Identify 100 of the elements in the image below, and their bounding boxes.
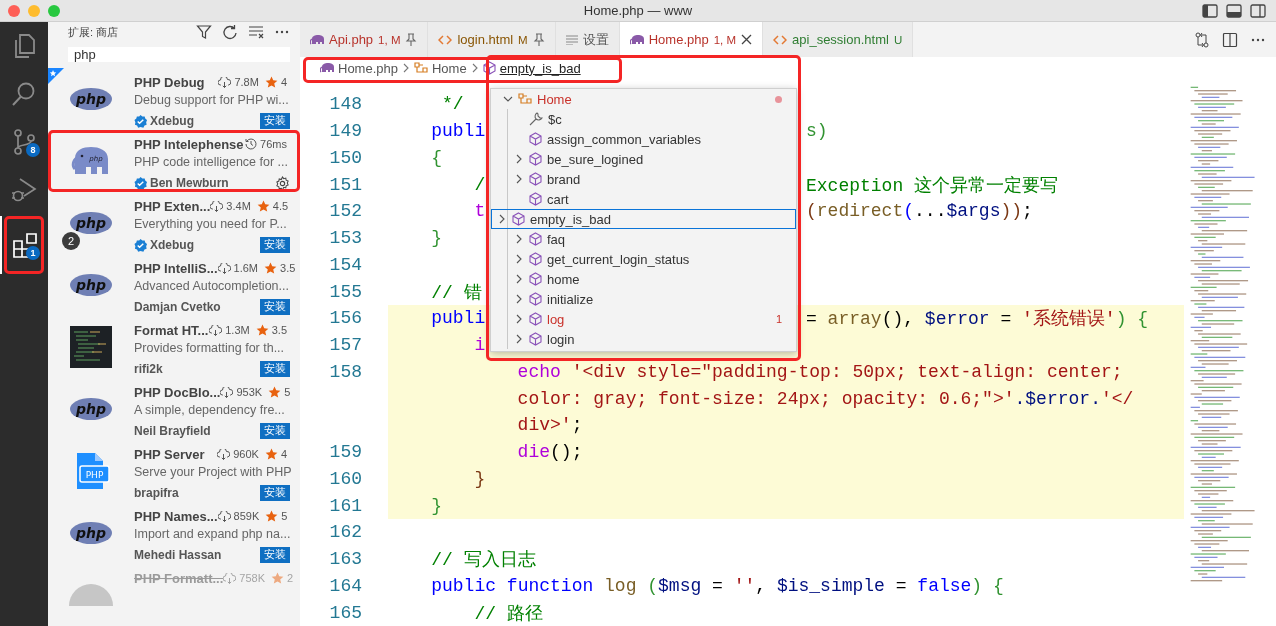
chevron-right-icon[interactable] — [514, 234, 524, 244]
extension-description: Serve your Project with PHP — [134, 465, 290, 481]
metric-text: 859K — [233, 510, 260, 522]
tab-label: api_session.html — [792, 32, 889, 47]
rating-text: 5 — [281, 510, 288, 522]
chevron-down-icon[interactable] — [503, 94, 513, 104]
extension-item[interactable]: php PHP DocBlo... 953K 5 A simple, dependency fre... Neil Brayfield 安装 — [48, 378, 300, 440]
tab-status-text: 1, M — [713, 33, 737, 46]
outline-item[interactable]: initialize — [508, 289, 796, 309]
outline-item[interactable]: home — [508, 269, 796, 289]
outline-label: be_sure_logined — [547, 151, 644, 167]
extension-item[interactable]: php PHP Names... 859K 5 Import and expand php na... Mehedi Hassan 安装 — [48, 502, 300, 564]
editor-tab[interactable]: 设置 — [555, 22, 620, 57]
outline-item[interactable]: get_current_login_status — [508, 249, 796, 269]
chevron-right-icon[interactable] — [514, 274, 524, 284]
install-button[interactable]: 安装 — [260, 485, 290, 501]
breadcrumb-item[interactable]: Home — [432, 60, 467, 76]
outline-item[interactable]: $c — [508, 109, 796, 129]
extension-item[interactable]: Format HT... 1.3M 3.5 Provides formatting for th... rifi2k 安装 — [48, 316, 300, 378]
clear-results-icon[interactable] — [248, 24, 264, 40]
outline-item[interactable]: Home — [491, 89, 796, 109]
download-icon — [217, 262, 231, 274]
settings-icon[interactable] — [275, 175, 290, 191]
publisher-name: brapifra — [134, 486, 179, 500]
search-field[interactable]: php — [68, 47, 290, 62]
rating-text: 5 — [284, 386, 291, 398]
filter-icon[interactable] — [196, 24, 212, 40]
editor-tab[interactable]: api_session.html U — [763, 22, 914, 57]
pin-icon[interactable] — [532, 33, 545, 46]
install-button[interactable]: 安装 — [260, 547, 290, 563]
extension-item[interactable]: php 2 PHP Exten... 3.4M 4.5 Everything you need for P... Xdebug 安装 — [48, 192, 300, 254]
install-button[interactable]: 安装 — [260, 237, 290, 253]
chevron-right-icon[interactable] — [514, 294, 524, 304]
code-text: (redirect(...$args)); — [806, 201, 1033, 222]
outline-item[interactable]: login — [508, 329, 796, 349]
breadcrumb-item[interactable]: empty_is_bad — [499, 60, 581, 76]
outline-item[interactable]: assign_common_variables — [508, 129, 796, 149]
sidebar-toggle-icon[interactable] — [1202, 3, 1218, 18]
editor-tab[interactable]: Api.php 1, M — [300, 22, 429, 57]
close-icon[interactable] — [741, 34, 753, 45]
outline-label: assign_common_variables — [547, 131, 701, 147]
code-brackets-icon — [773, 34, 788, 45]
extension-description: Provides formatting for th... — [134, 341, 286, 357]
publisher-name: Xdebug — [150, 238, 194, 252]
chevron-right-icon — [470, 63, 479, 73]
cube-icon — [529, 272, 542, 286]
outline-item[interactable]: log 1 — [508, 309, 796, 329]
activity-item[interactable]: 8 — [0, 118, 48, 166]
cube-icon — [529, 252, 542, 266]
chevron-right-icon[interactable] — [514, 314, 524, 324]
refresh-icon[interactable] — [222, 24, 238, 40]
chevron-right-icon[interactable] — [514, 154, 524, 164]
install-button[interactable]: 安装 — [260, 113, 290, 129]
download-icon — [217, 510, 231, 522]
chevron-right-icon[interactable] — [514, 174, 524, 184]
metric-text: 758K — [239, 572, 266, 584]
rating-text: 4.5 — [272, 200, 289, 212]
chevron-right-icon — [402, 63, 410, 73]
compare-icon[interactable] — [1194, 31, 1210, 48]
outline-item[interactable]: cart — [508, 189, 796, 209]
tab-label: Api.php — [329, 32, 374, 47]
download-icon — [210, 200, 224, 212]
chevron-right-icon[interactable] — [514, 254, 524, 264]
window-title: Home.php — www — [583, 3, 693, 18]
install-button[interactable]: 安装 — [260, 361, 290, 377]
sidebar-title: 扩展: 商店 — [68, 24, 119, 40]
editor-tab[interactable]: Home.php 1, M — [619, 22, 764, 57]
cube-icon — [529, 172, 542, 186]
wrench-icon — [529, 112, 543, 126]
cube-icon — [529, 312, 542, 326]
breadcrumb-item[interactable]: Home.php — [338, 60, 398, 76]
tab-status-text: M — [518, 33, 528, 46]
outline-item[interactable]: be_sure_logined — [508, 149, 796, 169]
chevron-right-icon[interactable] — [497, 214, 507, 224]
php-logo-icon: php — [69, 211, 113, 235]
code-text: t — [473, 201, 487, 222]
pin-icon[interactable] — [405, 33, 418, 46]
editor-tab[interactable]: login.html M — [428, 22, 556, 57]
chevron-right-icon[interactable] — [514, 334, 524, 344]
extension-item[interactable]: php PHP Debug 7.8M 4 Debug support for PHP wi... Xdebug 安装 — [48, 68, 300, 130]
code-text: die(); — [516, 442, 583, 463]
split-editor-icon[interactable] — [1222, 31, 1238, 48]
outline-label: initialize — [547, 291, 594, 307]
outline-item[interactable]: brand — [508, 169, 796, 189]
outline-item[interactable]: faq — [508, 229, 796, 249]
code-text: // 错 — [430, 281, 482, 304]
extension-item[interactable]: PHP PHP Server 960K 4 Serve your Project with PHP brapifra 安装 — [48, 440, 300, 502]
elephant-icon — [320, 63, 334, 73]
metric-text: 1.3M — [225, 324, 250, 336]
tab-label: login.html — [457, 32, 514, 47]
layout-icon[interactable] — [1250, 3, 1266, 18]
extension-name: PHP Names... — [134, 508, 218, 524]
class-icon — [518, 92, 532, 106]
metric-text: 76ms — [260, 138, 287, 150]
code-text: public function log ($msg = '', $is_simple = false) { — [430, 575, 1004, 596]
install-button[interactable]: 安装 — [260, 423, 290, 439]
extension-item[interactable]: php PHP IntelliS... 1.6M 3.5 Advanced Autocompletion... Damjan Cvetko 安装 — [48, 254, 300, 316]
outline-item[interactable]: empty_is_bad — [491, 209, 796, 229]
panel-toggle-icon[interactable] — [1226, 3, 1242, 18]
install-button[interactable]: 安装 — [260, 299, 290, 315]
